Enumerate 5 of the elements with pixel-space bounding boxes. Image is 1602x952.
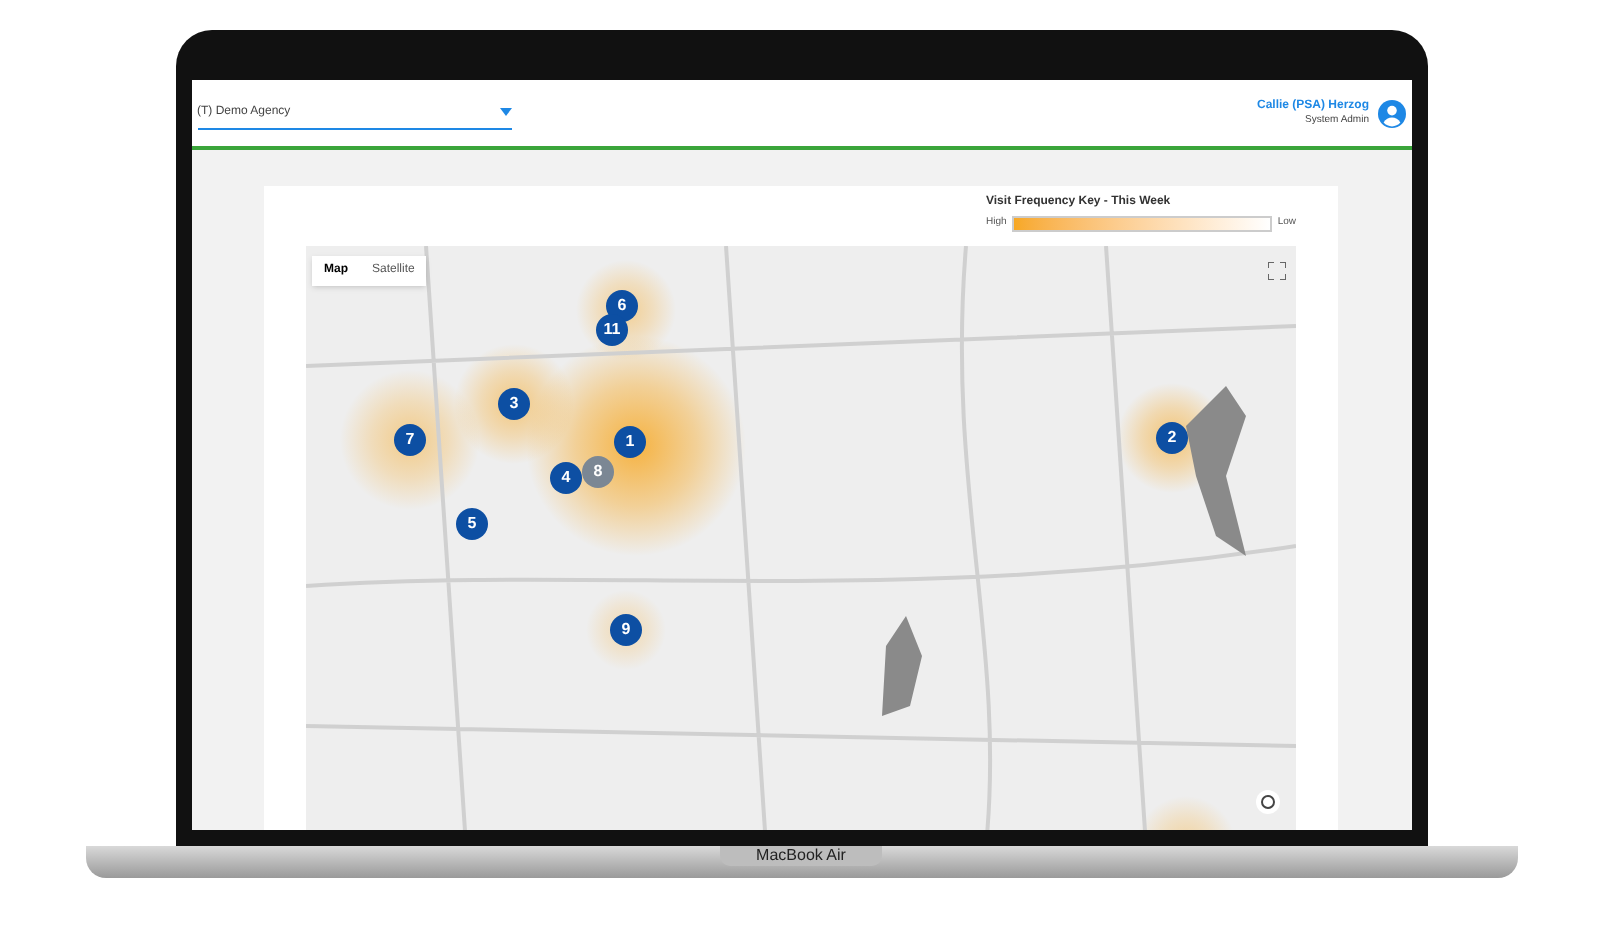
caret-icon xyxy=(499,108,511,116)
fullscreen-icon[interactable] xyxy=(1268,262,1286,280)
user-avatar-icon[interactable] xyxy=(1377,99,1405,127)
model-label: MacBook Air xyxy=(720,846,882,866)
crosshair-icon[interactable] xyxy=(1256,790,1280,814)
